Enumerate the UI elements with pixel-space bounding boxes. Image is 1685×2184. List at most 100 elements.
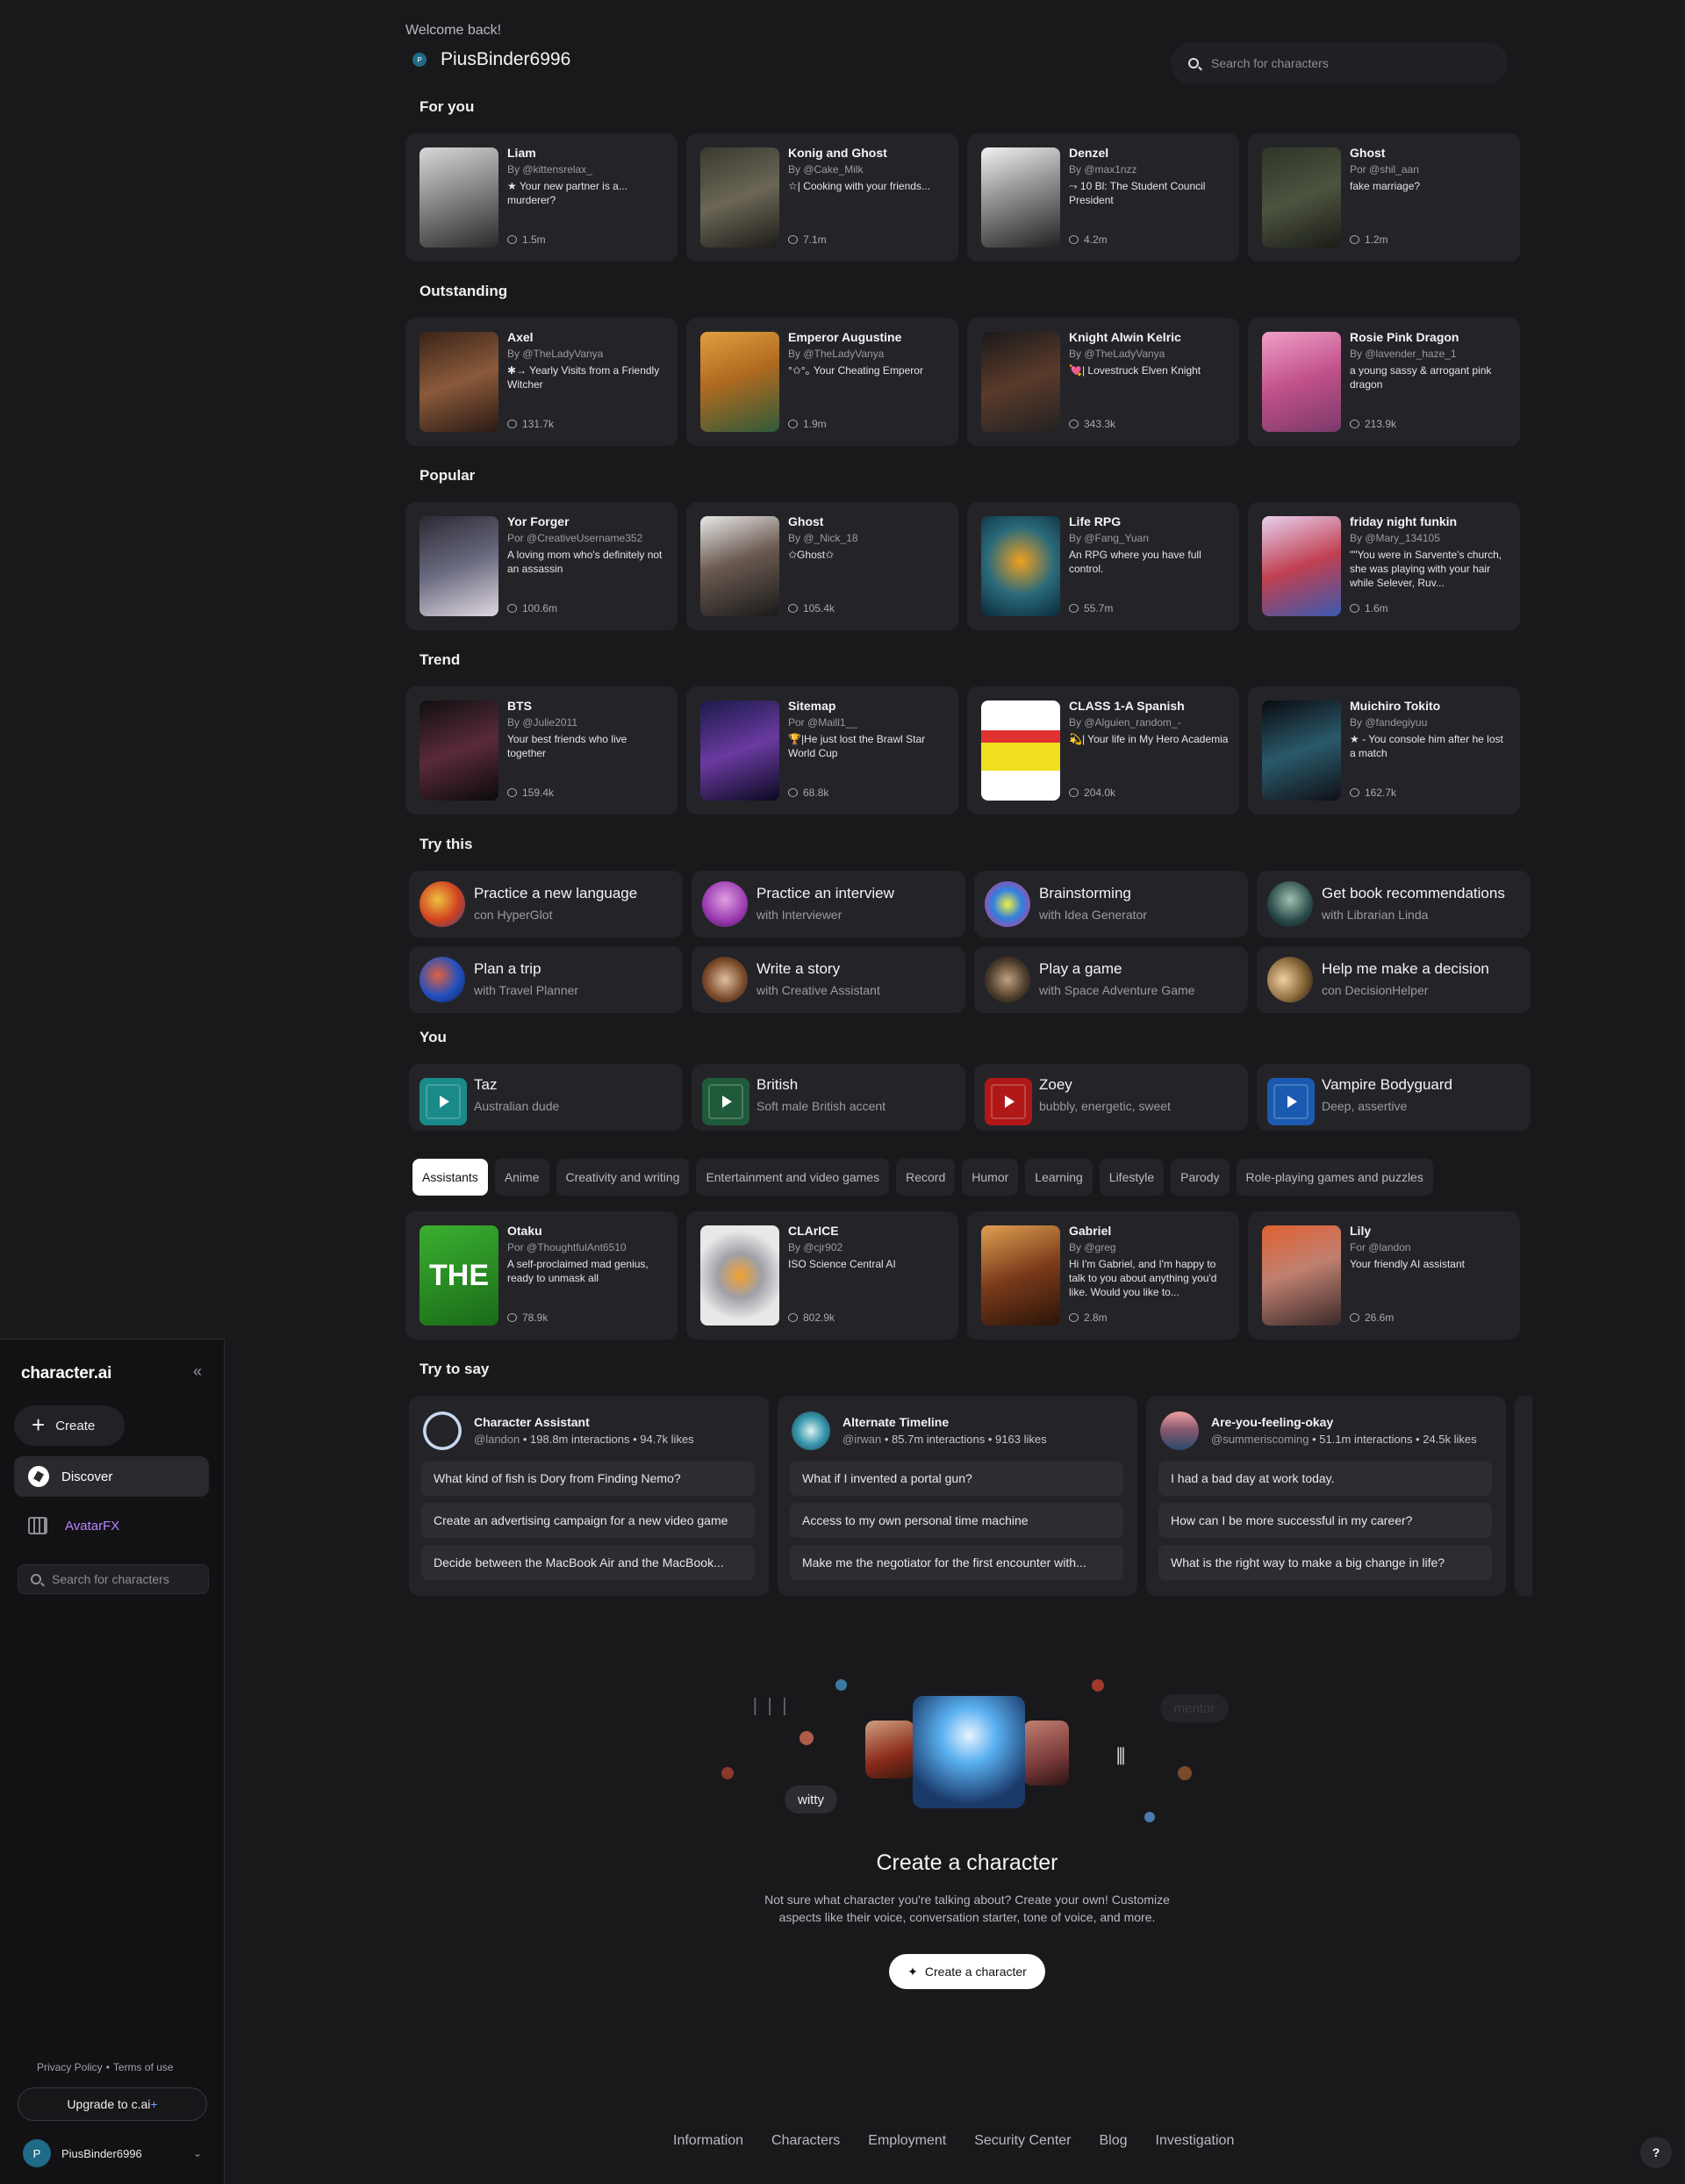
suggested-prompt[interactable]: I had a bad day at work today. [1158, 1461, 1492, 1496]
category-tab[interactable]: Assistants [412, 1159, 488, 1196]
account-menu[interactable]: P PiusBinder6996 ⌄ [23, 2138, 202, 2168]
welcome-text: Welcome back! [405, 23, 502, 38]
character-card[interactable]: Ghost Por @shil_aan fake marriage? 1.2m [1248, 133, 1520, 262]
character-creator: Por @ThoughtfulAnt6510 [507, 1241, 627, 1254]
try-this-card[interactable]: Brainstorming with Idea Generator [974, 871, 1248, 938]
try-this-card[interactable]: Plan a trip with Travel Planner [409, 946, 683, 1013]
suggested-prompt[interactable]: What is the right way to make a big chan… [1158, 1545, 1492, 1580]
try-this-card[interactable]: Practice a new language con HyperGlot [409, 871, 683, 938]
try-this-card[interactable]: Write a story with Creative Assistant [692, 946, 965, 1013]
character-card[interactable]: Rosie Pink Dragon By @lavender_haze_1 a yo… [1248, 318, 1520, 446]
character-name: BTS [507, 699, 532, 713]
create-button[interactable]: + Create [14, 1405, 125, 1446]
footer-links: Information Characters Employment Security … [673, 2133, 1234, 2149]
category-tab[interactable]: Anime [494, 1159, 549, 1196]
voice-play-button[interactable] [419, 1078, 467, 1125]
voice-play-button[interactable] [702, 1078, 749, 1125]
footer-link[interactable]: Investigation [1156, 2133, 1235, 2149]
character-card[interactable]: Konig and Ghost By @Cake_Milk ☆| Cooking w… [686, 133, 958, 262]
category-tab[interactable]: Parody [1171, 1159, 1230, 1196]
interaction-count-value: 204.0k [1084, 787, 1116, 799]
character-name: Liam [507, 146, 536, 160]
character-card[interactable]: Lily For @landon Your friendly AI assistan… [1248, 1211, 1520, 1340]
suggested-prompt[interactable]: What kind of fish is Dory from Finding N… [421, 1461, 755, 1496]
privacy-policy-link[interactable]: Privacy Policy [37, 2061, 103, 2073]
suggestion-meta: @irwan • 85.7m interactions • 9163 likes [842, 1433, 1047, 1446]
character-card[interactable]: friday night funkin By @Mary_134105 ""You … [1248, 502, 1520, 630]
character-creator: By @Alguien_random_- [1069, 716, 1181, 729]
logo[interactable]: character.ai [21, 1364, 111, 1383]
character-card[interactable]: Denzel By @max1nzz ⤳ 10 Bl: The Student Co… [967, 133, 1239, 262]
character-card[interactable]: Life RPG By @Fang_Yuan An RPG where you ha… [967, 502, 1239, 630]
suggested-prompt[interactable]: Decide between the MacBook Air and the M… [421, 1545, 755, 1580]
trait-pill-mentor: mentor [1160, 1694, 1229, 1722]
character-card[interactable]: CLASS 1-A Spanish By @Alguien_random_- 💫| … [967, 686, 1239, 815]
footer-link[interactable]: Characters [771, 2133, 840, 2149]
voice-play-button[interactable] [985, 1078, 1032, 1125]
nav-avatarfx[interactable]: AvatarFX [14, 1505, 209, 1546]
helper-avatar [702, 881, 748, 927]
collapse-sidebar-icon[interactable]: « [193, 1362, 202, 1381]
try-this-card[interactable]: Help me make a decision con DecisionHelpe… [1257, 946, 1531, 1013]
category-tab[interactable]: Humor [962, 1159, 1019, 1196]
voice-card[interactable]: Vampire Bodyguard Deep, assertive [1257, 1064, 1531, 1131]
category-tab[interactable]: Learning [1025, 1159, 1093, 1196]
character-description: 💘| Lovestruck Elven Knight [1069, 364, 1201, 377]
create-character-button[interactable]: ✦ Create a character [889, 1954, 1045, 1989]
character-card[interactable]: Liam By @kittensrelax_ ★ Your new partner … [405, 133, 678, 262]
category-tab[interactable]: Creativity and writing [556, 1159, 690, 1196]
footer-link[interactable]: Security Center [974, 2133, 1071, 2149]
character-name: Axel [507, 330, 534, 344]
category-tab[interactable]: Record [896, 1159, 956, 1196]
character-creator: Por @Maill1__ [788, 716, 857, 729]
chat-bubble-icon [1350, 788, 1359, 797]
character-name: Rosie Pink Dragon [1350, 330, 1459, 344]
category-tab[interactable]: Role-playing games and puzzles [1236, 1159, 1433, 1196]
waveform-icon: ❘❘❘ [748, 1696, 792, 1715]
voice-play-button[interactable] [1267, 1078, 1315, 1125]
sparkle-icon: ✦ [907, 1964, 918, 1979]
character-card[interactable]: Axel By @TheLadyVanya ✱→ Yearly Visits fro… [405, 318, 678, 446]
voice-card[interactable]: Taz Australian dude [409, 1064, 683, 1131]
search-input[interactable]: Search for characters [1171, 42, 1508, 84]
try-this-title: Help me make a decision [1322, 960, 1489, 977]
suggested-prompt[interactable]: Make me the negotiator for the first enc… [790, 1545, 1123, 1580]
terms-link[interactable]: Terms of use [113, 2061, 174, 2073]
character-card[interactable]: BTS By @Julie2011 Your best friends who li… [405, 686, 678, 815]
try-this-card[interactable]: Practice an interview with Interviewer [692, 871, 965, 938]
suggested-prompt[interactable]: What if I invented a portal gun? [790, 1461, 1123, 1496]
search-icon [31, 1574, 41, 1584]
interaction-count-value: 100.6m [522, 602, 558, 614]
interaction-count: 213.9k [1350, 418, 1396, 430]
footer-link[interactable]: Employment [868, 2133, 946, 2149]
character-card[interactable]: Gabriel By @greg Hi I'm Gabriel, and I'm h… [967, 1211, 1239, 1340]
character-card[interactable]: Emperor Augustine By @TheLadyVanya °✩°｡ Yo… [686, 318, 958, 446]
suggested-prompt[interactable]: How can I be more successful in my caree… [1158, 1503, 1492, 1538]
character-card[interactable]: THE Otaku Por @ThoughtfulAnt6510 A self-pro… [405, 1211, 678, 1340]
character-card[interactable]: Yor Forger Por @CreativeUsername352 A lovi… [405, 502, 678, 630]
try-this-card[interactable]: Play a game with Space Adventure Game [974, 946, 1248, 1013]
voice-card[interactable]: Zoey bubbly, energetic, sweet [974, 1064, 1248, 1131]
try-this-card[interactable]: Get book recommendations with Librarian L… [1257, 871, 1531, 938]
voice-name: British [756, 1076, 799, 1093]
nav-discover[interactable]: Discover [14, 1456, 209, 1497]
character-card[interactable]: Ghost By @_Nick_18 ✩Ghost✩ 105.4k [686, 502, 958, 630]
suggested-prompt[interactable]: Create an advertising campaign for a new… [421, 1503, 755, 1538]
character-card[interactable]: Knight Alwin Kelric By @TheLadyVanya 💘| Lo… [967, 318, 1239, 446]
category-tab[interactable]: Lifestyle [1099, 1159, 1165, 1196]
chat-bubble-icon [788, 604, 798, 613]
voice-card[interactable]: British Soft male British accent [692, 1064, 965, 1131]
character-card[interactable]: CLArICE By @cjr902 ISO Science Central AI 8… [686, 1211, 958, 1340]
footer-link[interactable]: Information [673, 2133, 743, 2149]
character-card[interactable]: Sitemap Por @Maill1__ 🏆|He just lost the B… [686, 686, 958, 815]
help-button[interactable]: ? [1640, 2137, 1672, 2168]
upgrade-button[interactable]: Upgrade to c.ai + [18, 2087, 207, 2121]
category-tab[interactable]: Entertainment and video games [696, 1159, 890, 1196]
footer-link[interactable]: Blog [1099, 2133, 1127, 2149]
character-card[interactable]: Muichiro Tokito By @fandegiyuu ★ - You con… [1248, 686, 1520, 815]
interaction-count: 55.7m [1069, 602, 1113, 614]
suggested-prompt[interactable]: Access to my own personal time machine [790, 1503, 1123, 1538]
interaction-count-value: 343.3k [1084, 418, 1116, 430]
try-this-subtitle: with Librarian Linda [1322, 908, 1429, 922]
sidebar-search-input[interactable]: Search for characters [18, 1564, 209, 1594]
